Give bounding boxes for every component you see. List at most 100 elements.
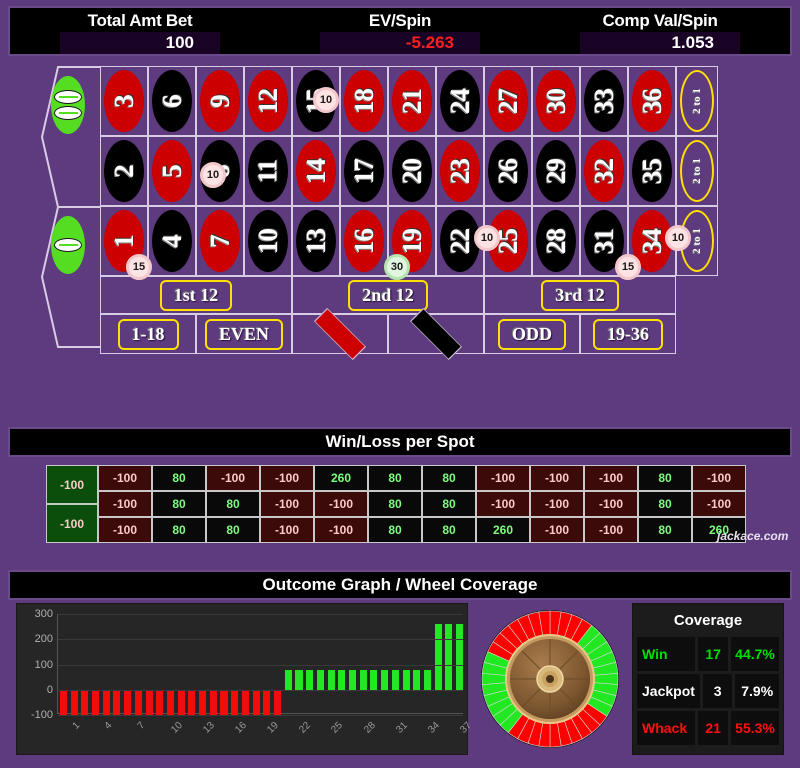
number-cell-17[interactable]: 17 [340, 136, 388, 206]
winloss-title: Win/Loss per Spot [8, 427, 792, 457]
number-cell-18[interactable]: 18 [340, 66, 388, 136]
chart-plot-area: 300 200 100 0 -100 1 4 7 10 13 16 19 22 25 28 31 34 37 [31, 608, 474, 736]
winloss-panel: Win/Loss per Spot -100 -100 -100 80 -100 -100… [8, 427, 792, 543]
number-cell-7[interactable]: 7 [196, 206, 244, 276]
dozen-bet-2[interactable]: 2nd 12 [292, 276, 484, 314]
number-cell-2[interactable]: 2 [100, 136, 148, 206]
number-cell-13[interactable]: 13 [292, 206, 340, 276]
number-cell-10[interactable]: 10 [244, 206, 292, 276]
number-cell-14[interactable]: 14 [292, 136, 340, 206]
stat-value-box: -5.263 [320, 32, 480, 54]
number-cell-5[interactable]: 5 [148, 136, 196, 206]
winloss-value: -100 [59, 516, 85, 531]
number-cell-23[interactable]: 23 [436, 136, 484, 206]
stat-label: Total Amt Bet [87, 11, 193, 30]
bet-chip-15[interactable]: 10 [313, 87, 339, 113]
number-cell-26[interactable]: 26 [484, 136, 532, 206]
column-bet-label: 2 to 1 [690, 158, 703, 184]
winloss-cell: 80 [638, 517, 692, 543]
winloss-value: -100 [328, 523, 354, 537]
number-cell-20[interactable]: 20 [388, 136, 436, 206]
chart-bar [209, 689, 217, 715]
number-label: 11 [252, 159, 283, 183]
number-cell-6[interactable]: 6 [148, 66, 196, 136]
winloss-value: 80 [658, 497, 672, 511]
bet-chip-3rd-12-corner[interactable]: 15 [615, 254, 641, 280]
chart-bar [231, 689, 239, 715]
number-cell-21[interactable]: 21 [388, 66, 436, 136]
winloss-value: -100 [598, 523, 624, 537]
zero-pocket-double-zero[interactable] [42, 74, 94, 136]
number-cell-29[interactable]: 29 [532, 136, 580, 206]
winloss-value: -100 [274, 497, 300, 511]
chart-y-tick-label: -100 [30, 709, 53, 721]
stat-value-box: 1.053 [580, 32, 740, 54]
winloss-value: -100 [112, 471, 138, 485]
number-cell-11[interactable]: 11 [244, 136, 292, 206]
number-label: 24 [444, 88, 475, 114]
number-cell-16[interactable]: 16 [340, 206, 388, 276]
number-oval: 23 [440, 140, 480, 202]
chart-bar [134, 689, 142, 715]
winloss-value: -100 [706, 497, 732, 511]
chart-y-tick-label: 100 [34, 658, 53, 671]
number-label: 4 [156, 234, 187, 248]
bet-chip-22[interactable]: 10 [474, 225, 500, 251]
number-cell-12[interactable]: 12 [244, 66, 292, 136]
stat-comp-val-per-spin: Comp Val/Spin 1.053 [530, 8, 790, 54]
outcome-chart: 300 200 100 0 -100 1 4 7 10 13 16 19 22 25 28 31 34 37 [16, 603, 474, 755]
number-label: 35 [636, 158, 667, 184]
chart-gridline [58, 614, 463, 615]
coverage-row-whack: Whack 21 55.3% [637, 711, 779, 745]
number-label: 6 [156, 94, 187, 108]
winloss-cell: 80 [368, 491, 422, 517]
outside-bet-diamond-red[interactable] [292, 307, 388, 361]
chart-y-tick-label: 300 [34, 608, 53, 620]
stat-label: EV/Spin [368, 11, 432, 30]
bet-chip-7-8-split[interactable]: 10 [200, 162, 226, 188]
chart-bar [156, 689, 164, 715]
number-cell-27[interactable]: 27 [484, 66, 532, 136]
winloss-cell: 80 [152, 491, 206, 517]
outside-bet-19-36[interactable]: 19-36 [580, 314, 676, 354]
winloss-cell: -100 [98, 491, 152, 517]
number-oval: 14 [296, 140, 336, 202]
number-label: 27 [492, 88, 523, 114]
number-label: 23 [444, 158, 475, 184]
coverage-count: 21 [698, 711, 728, 745]
outside-bet-diamond-black[interactable] [388, 307, 484, 361]
number-label: 1 [108, 234, 139, 248]
number-cell-35[interactable]: 35 [628, 136, 676, 206]
column-bet-2[interactable]: 2 to 1 [676, 136, 718, 206]
dozen-bet-3[interactable]: 3rd 12 [484, 276, 676, 314]
number-cell-4[interactable]: 4 [148, 206, 196, 276]
bet-chip-1st-12-corner[interactable]: 15 [126, 254, 152, 280]
outside-bet-odd[interactable]: ODD [484, 314, 580, 354]
number-cell-36[interactable]: 36 [628, 66, 676, 136]
winloss-value: 80 [658, 471, 672, 485]
number-cell-3[interactable]: 3 [100, 66, 148, 136]
column-bet-1[interactable]: 2 to 1 [676, 66, 718, 136]
winloss-cell: 80 [638, 465, 692, 491]
number-oval: 29 [536, 140, 576, 202]
number-label: 2 [108, 164, 139, 178]
outside-bet-even[interactable]: EVEN [196, 314, 292, 354]
number-cell-33[interactable]: 33 [580, 66, 628, 136]
number-label: 12 [252, 88, 283, 114]
number-cell-28[interactable]: 28 [532, 206, 580, 276]
dozen-bet-1[interactable]: 1st 12 [100, 276, 292, 314]
zero-pocket-single-zero[interactable] [42, 214, 94, 276]
number-oval: 12 [248, 70, 288, 132]
number-cell-24[interactable]: 24 [436, 66, 484, 136]
bet-chip-2nd-12-corner[interactable]: 30 [384, 254, 410, 280]
winloss-value: 80 [226, 523, 240, 537]
number-cell-9[interactable]: 9 [196, 66, 244, 136]
number-label: 20 [396, 158, 427, 184]
outside-bet-1-18[interactable]: 1-18 [100, 314, 196, 354]
number-cell-30[interactable]: 30 [532, 66, 580, 136]
coverage-count: 3 [702, 674, 733, 708]
winloss-value: 80 [172, 523, 186, 537]
bet-chip-34[interactable]: 10 [665, 225, 691, 251]
number-cell-32[interactable]: 32 [580, 136, 628, 206]
number-label: 5 [156, 164, 187, 178]
